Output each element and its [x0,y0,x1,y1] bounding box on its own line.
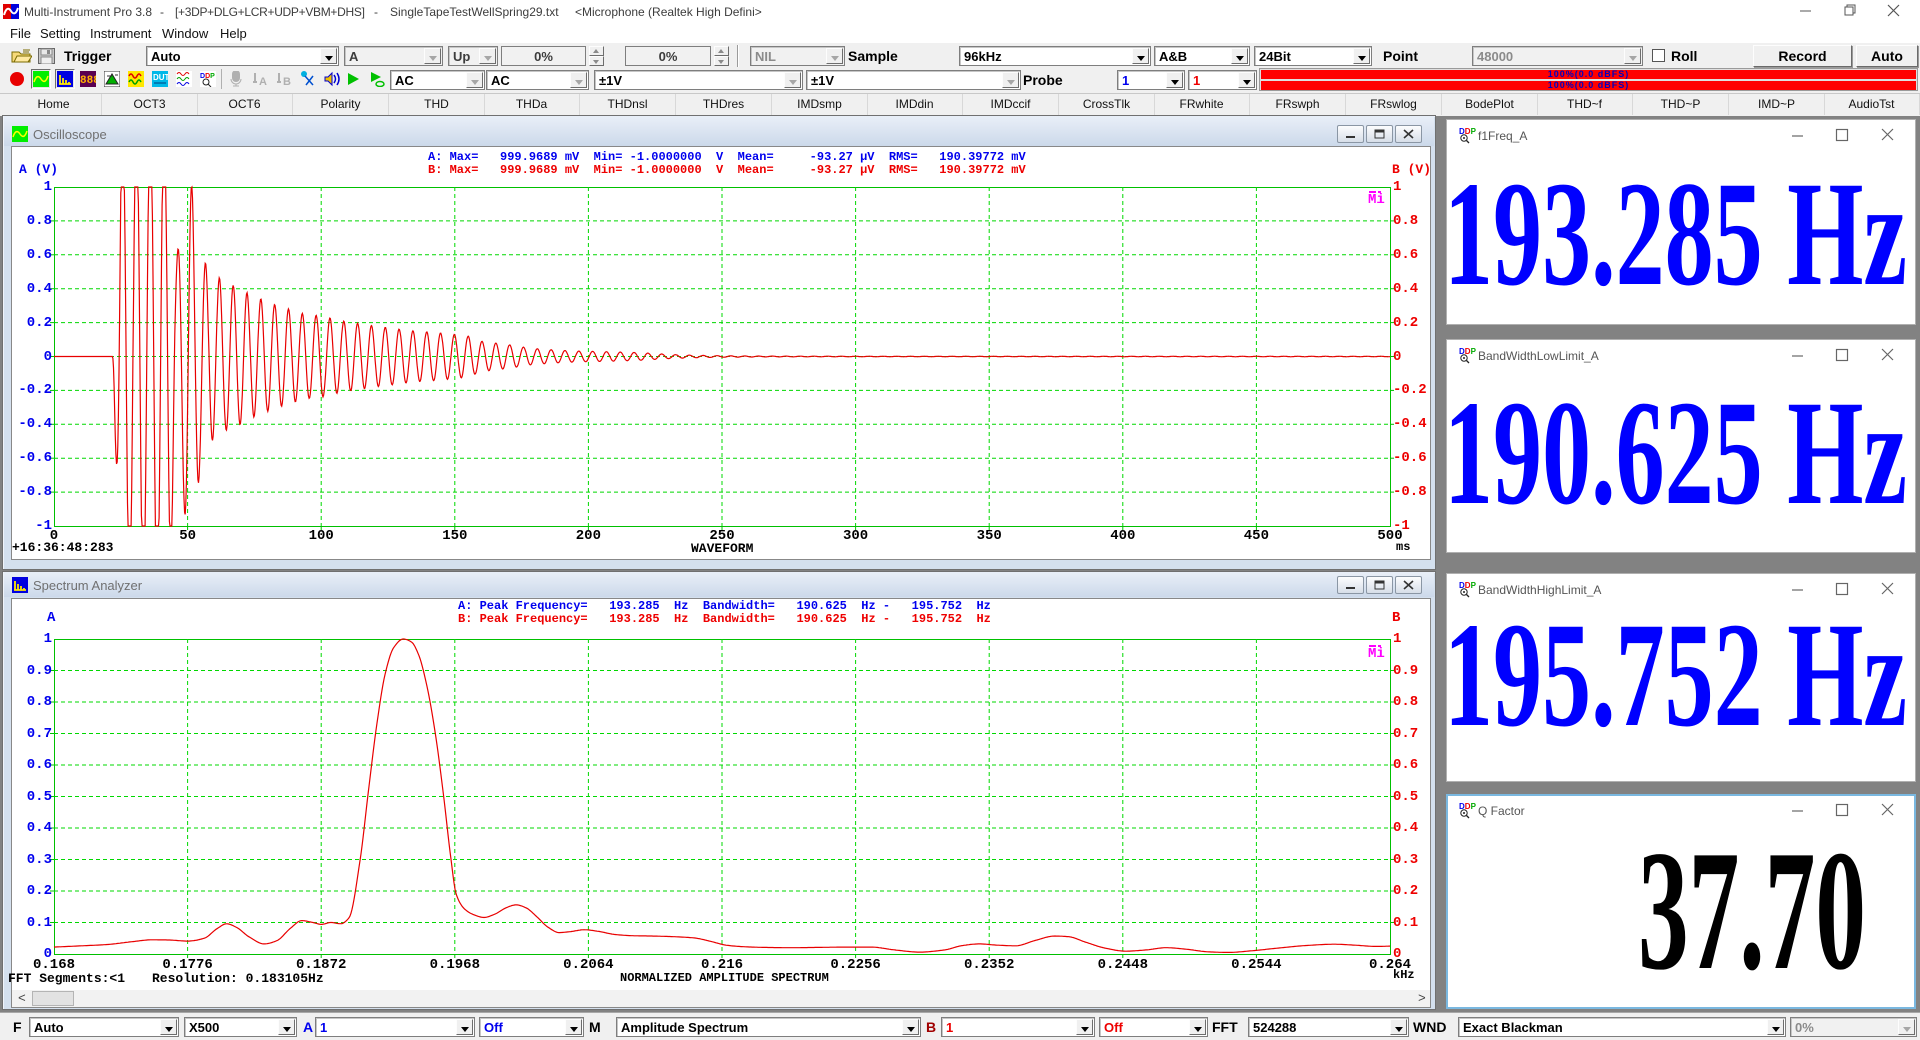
svg-text:DDP: DDP [1459,127,1477,136]
svg-text:DDP: DDP [1459,347,1477,356]
svg-text:DDP: DDP [1459,802,1477,811]
svg-text:DDP: DDP [1459,581,1477,590]
svg-text:888: 888 [80,75,96,87]
svg-text:A: A [259,76,267,87]
svg-text:B: B [283,76,291,87]
svg-text:DUT: DUT [153,73,168,82]
